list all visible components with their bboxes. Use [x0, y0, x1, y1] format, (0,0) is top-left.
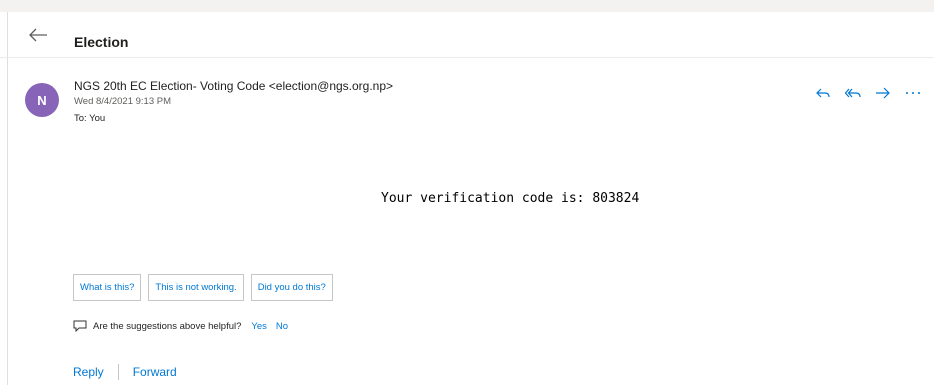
divider: [117, 364, 119, 380]
suggestion-what-is-this[interactable]: What is this?: [73, 274, 142, 301]
conversation-header: Election: [0, 12, 934, 58]
feedback-question: Are the suggestions above helpful?: [93, 320, 242, 332]
feedback-icon: [73, 320, 87, 333]
recipients: To: You: [74, 113, 106, 124]
feedback-no-link[interactable]: No: [276, 321, 288, 332]
reply-icon[interactable]: [815, 85, 831, 101]
suggestion-feedback: Are the suggestions above helpful? Yes N…: [73, 320, 288, 333]
back-arrow-icon[interactable]: [27, 26, 49, 44]
top-strip: [0, 0, 934, 12]
reply-forward-bar: Reply Forward: [73, 364, 177, 380]
sender[interactable]: NGS 20th EC Election- Voting Code <elect…: [74, 79, 393, 93]
avatar[interactable]: N: [25, 83, 59, 117]
conversation-title: Election: [74, 34, 129, 50]
feedback-yes-link[interactable]: Yes: [251, 321, 267, 332]
message-actions: [815, 85, 921, 101]
suggested-replies: What is this? This is not working. Did y…: [73, 274, 333, 301]
reply-all-icon[interactable]: [845, 85, 861, 101]
more-icon[interactable]: [905, 85, 921, 101]
suggestion-did-you-do-this[interactable]: Did you do this?: [250, 274, 333, 301]
forward-icon[interactable]: [875, 85, 891, 101]
forward-button[interactable]: Forward: [133, 365, 177, 379]
reply-button[interactable]: Reply: [73, 365, 104, 379]
suggestion-not-working[interactable]: This is not working.: [148, 274, 244, 301]
message-date: Wed 8/4/2021 9:13 PM: [74, 96, 171, 107]
message-body: Your verification code is: 803824: [381, 191, 640, 206]
